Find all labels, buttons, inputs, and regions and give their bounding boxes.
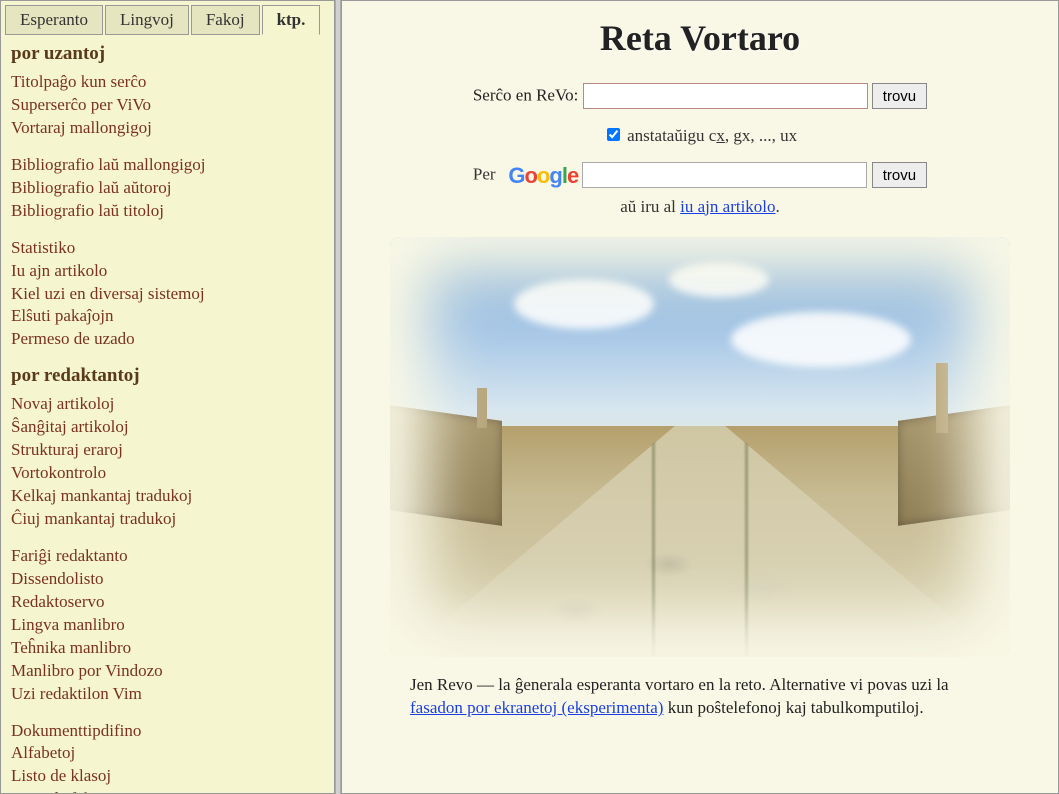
link-farighi[interactable]: Fariĝi redaktanto <box>11 545 334 568</box>
link-mallongigoj[interactable]: Vortaraj mallongigoj <box>11 117 334 140</box>
link-biblio-mallong[interactable]: Bibliografio laŭ mallongigoj <box>11 154 334 177</box>
tab-bar: Esperanto Lingvoj Fakoj ktp. <box>1 5 334 35</box>
page-title: Reta Vortaro <box>362 17 1038 59</box>
search-row-google: Per Google trovu <box>362 162 1038 189</box>
link-listo-klasoj[interactable]: Listo de klasoj <box>11 765 334 788</box>
link-titolpago[interactable]: Titolpaĝo kun serĉo <box>11 71 334 94</box>
substitute-label-pre: anstataŭigu c <box>627 126 716 145</box>
link-supersercho[interactable]: Superserĉo per ViVo <box>11 94 334 117</box>
desc-pre: Jen Revo — la ĝenerala esperanta vortaro… <box>410 675 949 694</box>
substitute-checkbox[interactable] <box>607 128 620 141</box>
sidebar: Esperanto Lingvoj Fakoj ktp. por uzantoj… <box>0 0 335 794</box>
link-biblio-autoroj[interactable]: Bibliografio laŭ aŭtoroj <box>11 177 334 200</box>
tab-ktp[interactable]: ktp. <box>262 5 321 35</box>
substitute-label-u: x <box>716 126 725 145</box>
link-strukturaj[interactable]: Strukturaj eraroj <box>11 439 334 462</box>
link-chiuj-mankantaj[interactable]: Ĉiuj mankantaj tradukoj <box>11 508 334 531</box>
article-post: . <box>776 197 780 216</box>
tab-esperanto[interactable]: Esperanto <box>5 5 103 35</box>
search-label: Serĉo en ReVo: <box>473 86 578 105</box>
app-frame: Esperanto Lingvoj Fakoj ktp. por uzantoj… <box>0 0 1059 794</box>
link-tehnika-manlibro[interactable]: Teĥnika manlibro <box>11 637 334 660</box>
link-shangitaj[interactable]: Ŝanĝitaj artikoloj <box>11 416 334 439</box>
search-row-revo: Serĉo en ReVo: trovu <box>362 83 1038 109</box>
desc-post: kun poŝtelefonoj kaj tabulkomputiloj. <box>663 698 923 717</box>
link-dissendolisto[interactable]: Dissendolisto <box>11 568 334 591</box>
section-users-title: por uzantoj <box>11 43 334 65</box>
facade-link[interactable]: fasadon por ekranetoj (eksperimenta) <box>410 698 663 717</box>
per-label: Per <box>473 165 496 184</box>
section-editors-title: por redaktantoj <box>11 365 334 387</box>
article-pre: aŭ iru al <box>620 197 680 216</box>
main-content: Reta Vortaro Serĉo en ReVo: trovu anstat… <box>341 0 1059 794</box>
link-iu-ajn[interactable]: Iu ajn artikolo <box>11 260 334 283</box>
link-group-3: Statistiko Iu ajn artikolo Kiel uzi en d… <box>11 237 334 352</box>
link-redaktoservo[interactable]: Redaktoservo <box>11 591 334 614</box>
link-vindozo[interactable]: Manlibro por Vindozo <box>11 660 334 683</box>
link-group-5: Fariĝi redaktanto Dissendolisto Redaktos… <box>11 545 334 706</box>
link-alfabetoj[interactable]: Alfabetoj <box>11 742 334 765</box>
search-input-revo[interactable] <box>583 83 868 109</box>
google-logo-icon: Google <box>508 163 578 189</box>
link-biblio-titoloj[interactable]: Bibliografio laŭ titoloj <box>11 200 334 223</box>
link-statistiko[interactable]: Statistiko <box>11 237 334 260</box>
link-group-6: Dokumenttipdifino Alfabetoj Listo de kla… <box>11 720 334 794</box>
substitute-row: anstataŭigu cx, gx, ..., ux <box>362 125 1038 146</box>
random-article-link[interactable]: iu ajn artikolo <box>680 197 775 216</box>
tab-fakoj[interactable]: Fakoj <box>191 5 260 35</box>
random-article-row: aŭ iru al iu ajn artikolo. <box>362 197 1038 217</box>
description: Jen Revo — la ĝenerala esperanta vortaro… <box>410 673 990 721</box>
substitute-label-post: , gx, ..., ux <box>725 126 797 145</box>
link-vim[interactable]: Uzi redaktilon Vim <box>11 683 334 706</box>
search-button-google[interactable]: trovu <box>872 162 927 188</box>
link-group-4: Novaj artikoloj Ŝanĝitaj artikoloj Struk… <box>11 393 334 531</box>
link-kelkaj-mankantaj[interactable]: Kelkaj mankantaj tradukoj <box>11 485 334 508</box>
link-listo-fakoj[interactable]: Listo de fakoj <box>11 788 334 794</box>
link-group-1: Titolpaĝo kun serĉo Superserĉo per ViVo … <box>11 71 334 140</box>
link-lingva-manlibro[interactable]: Lingva manlibro <box>11 614 334 637</box>
link-group-2: Bibliografio laŭ mallongigoj Bibliografi… <box>11 154 334 223</box>
link-kiel-uzi[interactable]: Kiel uzi en diversaj sistemoj <box>11 283 334 306</box>
tab-lingvoj[interactable]: Lingvoj <box>105 5 189 35</box>
search-button-revo[interactable]: trovu <box>872 83 927 109</box>
link-novaj[interactable]: Novaj artikoloj <box>11 393 334 416</box>
link-permeso[interactable]: Permeso de uzado <box>11 328 334 351</box>
search-input-google[interactable] <box>582 162 867 188</box>
link-dokumenttipdifino[interactable]: Dokumenttipdifino <box>11 720 334 743</box>
link-elshuti[interactable]: Elŝuti pakaĵojn <box>11 305 334 328</box>
hero-image <box>390 237 1010 657</box>
link-vortokontrolo[interactable]: Vortokontrolo <box>11 462 334 485</box>
